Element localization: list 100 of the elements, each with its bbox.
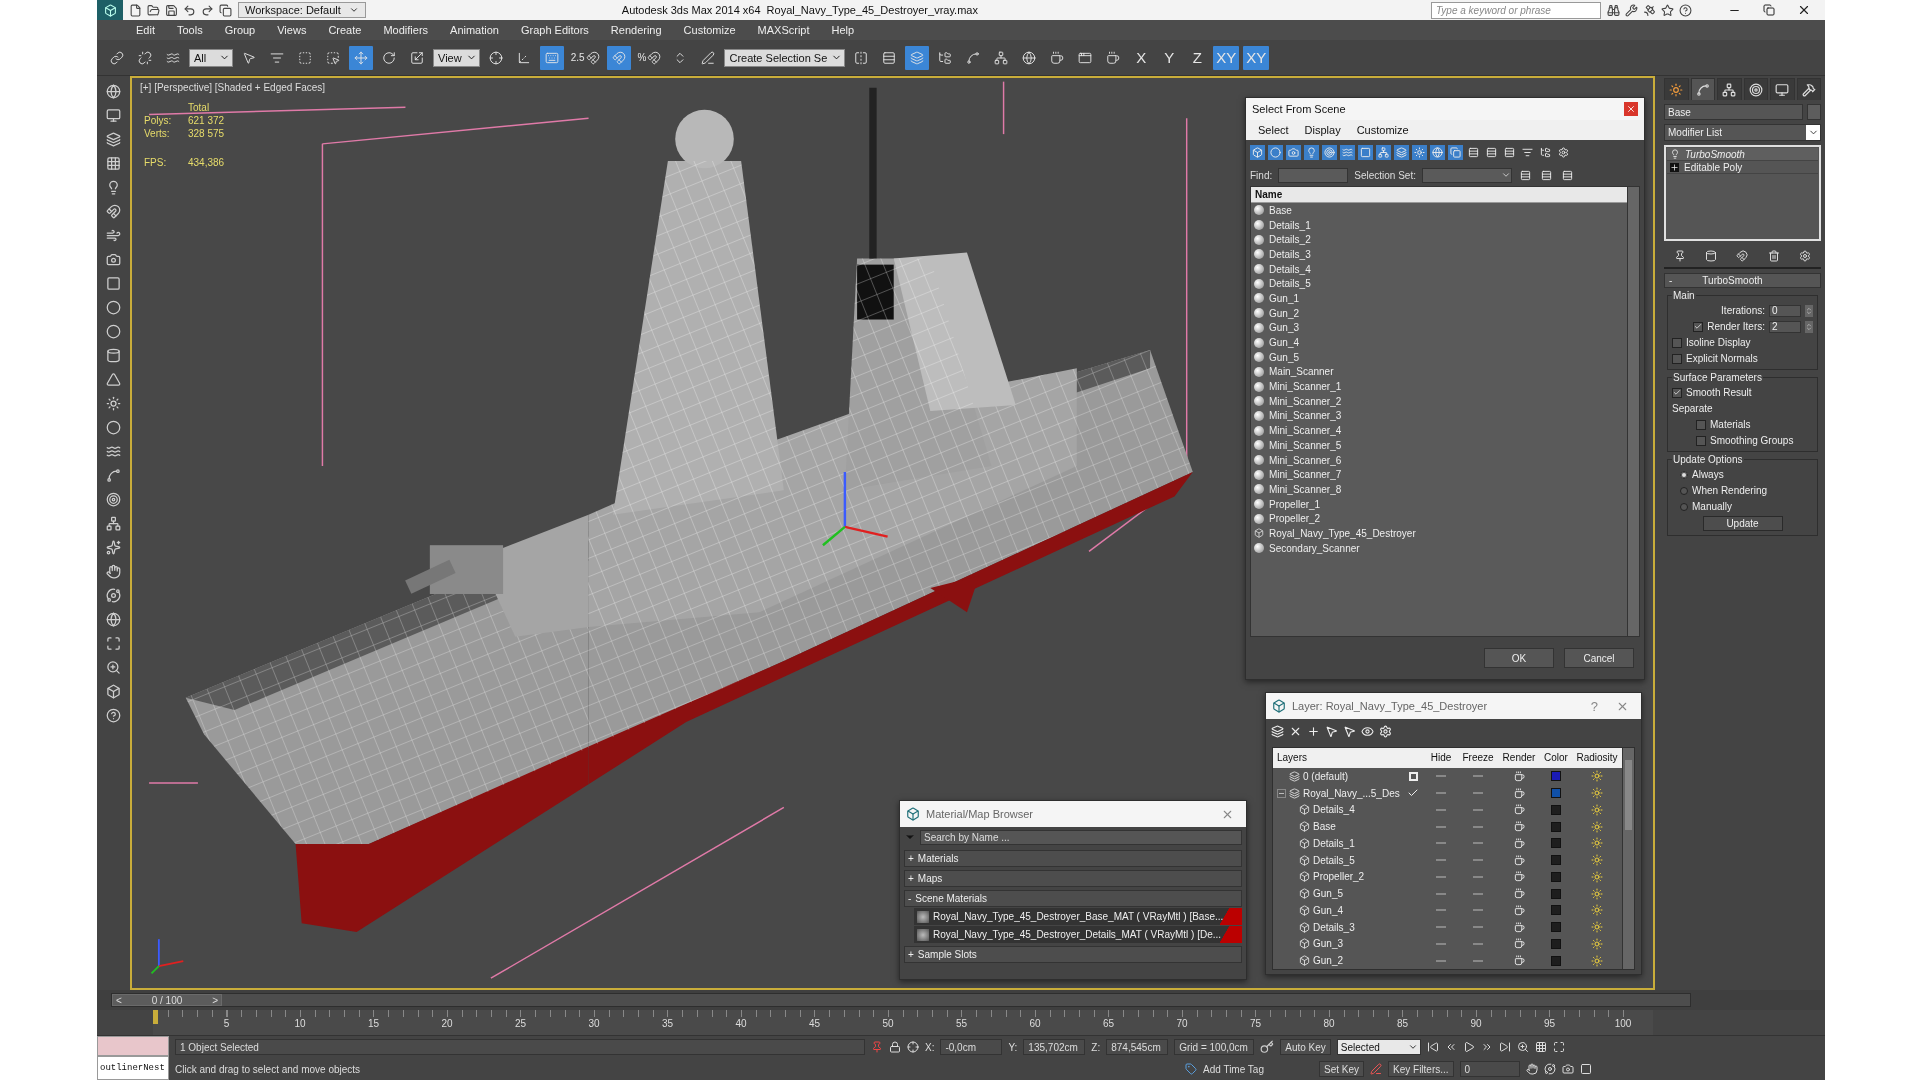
time-slider-track[interactable]: < 0 / 100 > [111, 993, 1691, 1007]
frame-field[interactable]: 0 [1459, 1061, 1520, 1077]
object-row[interactable]: Gun_1 [1251, 291, 1627, 306]
object-name-field[interactable]: Base [1664, 104, 1803, 120]
object-row[interactable]: Mini_Scanner_5 [1251, 438, 1627, 453]
toolbar-dropdown[interactable]: All [189, 48, 233, 67]
section-header[interactable]: + Materials [904, 850, 1242, 867]
column-header[interactable]: Layers [1273, 752, 1402, 764]
key-mode-dropdown[interactable]: Selected [1336, 1039, 1421, 1055]
set-key-button[interactable]: Set Key [1319, 1061, 1365, 1077]
menu-item[interactable]: Views [266, 24, 318, 36]
toolbar-dropdown[interactable]: Create Selection Se [724, 48, 846, 67]
section-toggle[interactable]: + [908, 853, 914, 864]
layer-row[interactable]: Details_4 [1273, 804, 1402, 816]
menu-item[interactable]: Rendering [599, 24, 673, 36]
viewport-label[interactable]: [+] [Perspective] [Shaded + Edged Faces] [140, 82, 326, 93]
object-row[interactable]: Mini_Scanner_4 [1251, 423, 1627, 438]
timeline-track[interactable]: 5 10 15 20 25 30 35 40 45 50 55 60 65 70 75 80 85 90 95 100 [153, 1010, 1653, 1035]
key-filters-button[interactable]: Key Filters... [1388, 1061, 1454, 1077]
listener-input[interactable]: outlinerNest [97, 1056, 169, 1080]
section-toggle[interactable]: - [908, 893, 912, 904]
layer-row[interactable]: 0 (default) [1273, 770, 1402, 782]
axis-button[interactable]: Z [1185, 45, 1210, 70]
object-row[interactable]: Gun_3 [1251, 320, 1627, 336]
menu-item[interactable]: Tools [165, 24, 214, 36]
object-row[interactable]: Mini_Scanner_3 [1251, 408, 1627, 424]
layer-row[interactable]: Gun_4 [1273, 904, 1402, 916]
object-row[interactable]: Royal_Navy_Type_45_Destroyer [1251, 526, 1627, 541]
layer-row[interactable]: Gun_5 [1273, 888, 1402, 900]
object-row[interactable]: Details_2 [1251, 232, 1627, 248]
dialog-button[interactable]: Cancel [1564, 648, 1634, 668]
menu-item[interactable]: Customize [672, 24, 747, 36]
section-header[interactable]: + Sample Slots [904, 946, 1242, 963]
menu-item[interactable]: Animation [439, 24, 510, 36]
menu-item[interactable]: MAXScript [746, 24, 821, 36]
object-row[interactable]: Mini_Scanner_7 [1251, 467, 1627, 483]
search-field[interactable]: Search by Name ... [920, 829, 1242, 845]
menu-item[interactable]: Edit [125, 24, 166, 36]
layer-row[interactable]: Royal_Navy_...5_Des [1273, 787, 1402, 799]
layer-row[interactable]: Gun_2 [1273, 955, 1402, 967]
percent-snap-button[interactable]: % [634, 45, 665, 70]
coordinate-field[interactable]: 135,702cm [1023, 1039, 1086, 1055]
material-row[interactable]: Royal_Navy_Type_45_Destroyer_Base_MAT ( VRayMtl ) [Base... [914, 908, 1242, 925]
material-row[interactable]: Royal_Navy_Type_45_Destroyer_Details_MAT ( VRayMtl ) [De... [914, 926, 1242, 943]
toolbar-dropdown[interactable]: View [433, 48, 480, 67]
modifier-list-dropdown[interactable]: Modifier List [1664, 124, 1821, 141]
add-time-tag-label[interactable]: Add Time Tag [1203, 1063, 1313, 1075]
search-field[interactable]: Type a keyword or phrase [1431, 1, 1601, 19]
object-row[interactable]: Details_4 [1251, 261, 1627, 277]
menu-item[interactable]: Graph Editors [509, 24, 600, 36]
section-header[interactable]: - Scene Materials [904, 890, 1242, 907]
layer-row[interactable]: Gun_3 [1273, 938, 1402, 950]
menu-item[interactable]: Display [1298, 124, 1347, 136]
menu-item[interactable]: Group [213, 24, 267, 36]
column-header[interactable]: Name [1251, 187, 1627, 203]
spinner-field[interactable]: 0 [1769, 304, 1801, 317]
layer-row[interactable]: Details_1 [1273, 837, 1402, 849]
menu-item[interactable]: Help [820, 24, 866, 36]
section-toggle[interactable]: + [908, 873, 914, 884]
object-row[interactable]: Base [1251, 203, 1627, 218]
object-row[interactable]: Main_Scanner [1251, 364, 1627, 380]
object-row[interactable]: Gun_5 [1251, 349, 1627, 365]
menu-item[interactable]: Modifiers [372, 24, 440, 36]
coordinate-field[interactable]: 874,545cm [1106, 1039, 1169, 1055]
section-header[interactable]: + Maps [904, 870, 1242, 887]
object-row[interactable]: Details_1 [1251, 217, 1627, 233]
snap-button[interactable]: 2.5 [567, 45, 603, 70]
object-row[interactable]: Gun_2 [1251, 305, 1627, 321]
object-row[interactable]: Gun_4 [1251, 335, 1627, 350]
menu-item[interactable]: Create [317, 24, 373, 36]
object-row[interactable]: Mini_Scanner_1 [1251, 379, 1627, 394]
layer-row[interactable]: Details_3 [1273, 921, 1402, 933]
spinner-field[interactable]: 2 [1769, 320, 1801, 333]
axis-button[interactable]: X [1129, 45, 1154, 70]
layer-row[interactable]: Base [1273, 821, 1402, 833]
layer-row[interactable]: Details_5 [1273, 854, 1402, 866]
column-header[interactable]: Color [1540, 752, 1572, 764]
column-header[interactable]: Radiosity [1572, 752, 1622, 764]
object-row[interactable]: Propeller_1 [1251, 496, 1627, 512]
modifier-stack-item[interactable]: TurboSmooth [1667, 148, 1818, 161]
update-button[interactable]: Update [1702, 516, 1783, 531]
layer-row[interactable]: Propeller_2 [1273, 871, 1402, 883]
object-row[interactable]: Mini_Scanner_6 [1251, 452, 1627, 468]
coordinate-field[interactable]: -0,0cm [940, 1039, 1003, 1055]
column-header[interactable]: Hide [1424, 752, 1458, 764]
column-header[interactable]: Render [1498, 752, 1540, 764]
menu-item[interactable]: Select [1252, 124, 1295, 136]
workspace-dropdown[interactable]: Workspace: Default [238, 2, 366, 18]
object-row[interactable]: Mini_Scanner_8 [1251, 482, 1627, 497]
column-header[interactable]: Freeze [1458, 752, 1498, 764]
menu-item[interactable]: Customize [1350, 124, 1415, 136]
object-row[interactable]: Details_5 [1251, 276, 1627, 292]
rollout-header[interactable]: - TurboSmooth [1664, 273, 1821, 288]
time-slider-thumb[interactable]: < 0 / 100 > [112, 994, 222, 1006]
object-row[interactable]: Details_3 [1251, 247, 1627, 262]
object-row[interactable]: Secondary_Scanner [1251, 540, 1627, 556]
section-toggle[interactable]: + [908, 949, 914, 960]
axis-button[interactable]: Y [1157, 45, 1182, 70]
auto-key-button[interactable]: Auto Key [1280, 1039, 1331, 1055]
modifier-stack-item[interactable]: Editable Poly [1667, 161, 1818, 174]
